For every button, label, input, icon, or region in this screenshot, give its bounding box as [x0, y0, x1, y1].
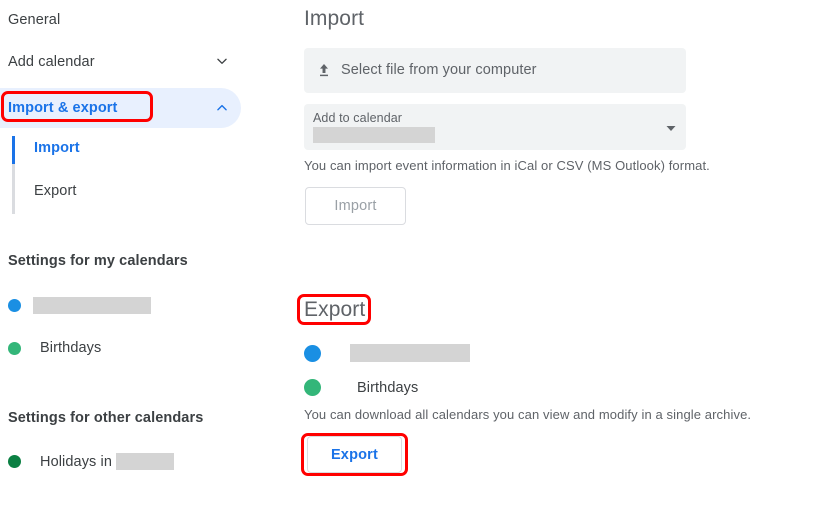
export-helper-text: You can download all calendars you can v…	[304, 407, 752, 422]
calendar-color-dot	[8, 299, 21, 312]
sidebar-item-add-calendar[interactable]: Add calendar	[8, 47, 95, 77]
export-section-title: Export	[304, 298, 366, 321]
export-calendar-row-1	[304, 344, 470, 362]
sidebar-item-general-label: General	[8, 12, 61, 28]
export-button-label: Export	[330, 446, 379, 463]
my-calendar-name-birthdays: Birthdays	[40, 340, 102, 356]
my-calendar-row-1[interactable]	[8, 297, 151, 314]
sidebar-item-add-calendar-label: Add calendar	[8, 54, 95, 70]
redacted-calendar-name	[350, 344, 470, 362]
sidebar-idle-rail	[12, 164, 15, 214]
file-picker-label: Select file from your computer	[341, 62, 537, 78]
sidebar-item-import-export[interactable]: Import & export	[0, 88, 241, 128]
sidebar-item-export[interactable]: Export	[34, 183, 77, 199]
chevron-down-icon[interactable]	[215, 54, 229, 68]
import-button[interactable]: Import	[305, 187, 406, 225]
sidebar-item-import-label: Import	[34, 140, 80, 156]
import-helper-text: You can import event information in iCal…	[304, 158, 710, 173]
calendar-color-dot	[304, 379, 321, 396]
export-calendar-row-2: Birthdays	[304, 379, 418, 396]
calendar-color-dot	[304, 344, 321, 362]
sidebar-item-general[interactable]: General	[8, 5, 60, 35]
settings-import-export-page: General Add calendar Import & export Imp…	[0, 0, 836, 511]
other-calendar-row-1[interactable]: Holidays in	[8, 453, 175, 470]
sidebar-item-export-label: Export	[34, 183, 77, 199]
redacted-calendar-name	[33, 297, 151, 314]
export-button[interactable]: Export	[307, 436, 402, 473]
caret-down-icon[interactable]	[665, 122, 677, 134]
redacted-selected-calendar	[313, 127, 435, 143]
my-calendars-heading: Settings for my calendars	[8, 253, 188, 269]
calendar-color-dot	[8, 455, 21, 468]
other-calendar-name-holidays: Holidays in	[40, 453, 113, 470]
calendar-color-dot	[8, 341, 21, 355]
other-calendars-heading: Settings for other calendars	[8, 410, 204, 426]
my-calendar-row-2[interactable]: Birthdays	[8, 340, 101, 356]
sidebar-item-import-export-label: Import & export	[8, 100, 118, 116]
upload-icon[interactable]	[316, 62, 332, 78]
redacted-country-name	[116, 453, 175, 470]
add-to-calendar-label: Add to calendar	[313, 111, 403, 125]
sidebar-item-import[interactable]: Import	[34, 140, 80, 156]
import-section-title: Import	[304, 7, 365, 30]
export-calendar-name-birthdays: Birthdays	[357, 379, 419, 396]
sidebar-active-rail	[12, 136, 15, 164]
chevron-up-icon[interactable]	[215, 101, 229, 115]
import-button-label: Import	[334, 198, 377, 214]
